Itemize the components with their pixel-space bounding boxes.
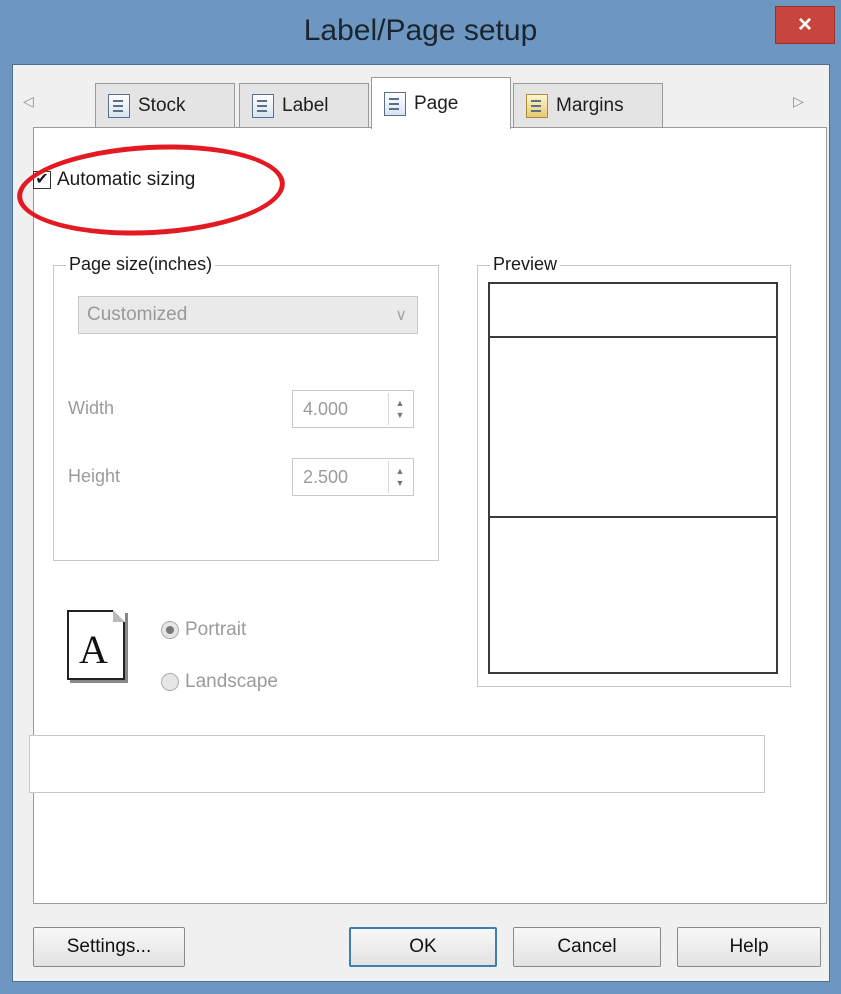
cancel-button[interactable]: Cancel: [513, 927, 661, 967]
tab-page[interactable]: Page: [371, 77, 511, 129]
tab-label[interactable]: Label: [239, 83, 369, 127]
portrait-option[interactable]: Portrait: [161, 619, 246, 641]
label-page-setup-dialog: Label/Page setup × ◁ ▷ Stock Label Page …: [0, 0, 841, 994]
height-spin-buttons: ▲ ▼: [388, 461, 411, 493]
tab-page-label: Page: [414, 92, 459, 114]
tab-scroll-right-icon[interactable]: ▷: [793, 93, 804, 110]
height-label: Height: [68, 466, 121, 486]
close-button[interactable]: ×: [775, 6, 835, 44]
tab-margins[interactable]: Margins: [513, 83, 663, 127]
tab-stock-label: Stock: [138, 94, 186, 116]
tab-stock[interactable]: Stock: [95, 83, 235, 127]
tab-label-label: Label: [282, 94, 329, 116]
page-size-dropdown: Customized ∨: [78, 296, 418, 334]
landscape-label: Landscape: [185, 671, 278, 692]
portrait-radio[interactable]: [161, 621, 179, 639]
preview-divider: [490, 336, 776, 338]
landscape-option[interactable]: Landscape: [161, 671, 278, 693]
tab-scroll-left-icon[interactable]: ◁: [23, 93, 34, 110]
help-button[interactable]: Help: [677, 927, 821, 967]
spin-down-icon: ▼: [395, 478, 405, 488]
spin-up-icon: ▲: [395, 466, 405, 476]
width-spin-buttons: ▲ ▼: [388, 393, 411, 425]
width-value: 4.000: [303, 399, 349, 419]
window-title: Label/Page setup: [303, 14, 538, 47]
title-bar[interactable]: Label/Page setup ×: [0, 0, 841, 74]
preview-canvas: [488, 282, 778, 674]
page-size-group: Page size(inches) Customized ∨ Width 4.0…: [53, 254, 439, 561]
landscape-radio[interactable]: [161, 673, 179, 691]
spin-down-icon: ▼: [395, 410, 405, 420]
page-icon: [384, 91, 406, 116]
preview-legend: Preview: [490, 254, 561, 275]
orientation-icon-letter: A: [79, 627, 108, 672]
ok-button[interactable]: OK: [349, 927, 497, 967]
dialog-body: ◁ ▷ Stock Label Page Margins ✔ Automatic…: [12, 64, 830, 982]
width-spinner: 4.000 ▲ ▼: [292, 390, 414, 428]
spin-up-icon: ▲: [395, 398, 405, 408]
page-size-dropdown-value: Customized: [87, 304, 188, 325]
margins-icon: [526, 93, 548, 118]
width-label: Width: [68, 398, 115, 418]
settings-button[interactable]: Settings...: [33, 927, 185, 967]
preview-divider: [490, 516, 776, 518]
height-spinner: 2.500 ▲ ▼: [292, 458, 414, 496]
stock-icon: [108, 93, 130, 118]
portrait-label: Portrait: [185, 619, 247, 640]
page-size-legend: Page size(inches): [66, 254, 216, 275]
chevron-down-icon: ∨: [395, 307, 407, 324]
portrait-page-icon: A: [67, 610, 125, 680]
height-value: 2.500: [303, 467, 349, 487]
status-box: [29, 735, 765, 793]
label-icon: [252, 93, 274, 118]
tab-margins-label: Margins: [556, 94, 624, 116]
preview-group: Preview: [477, 254, 791, 687]
